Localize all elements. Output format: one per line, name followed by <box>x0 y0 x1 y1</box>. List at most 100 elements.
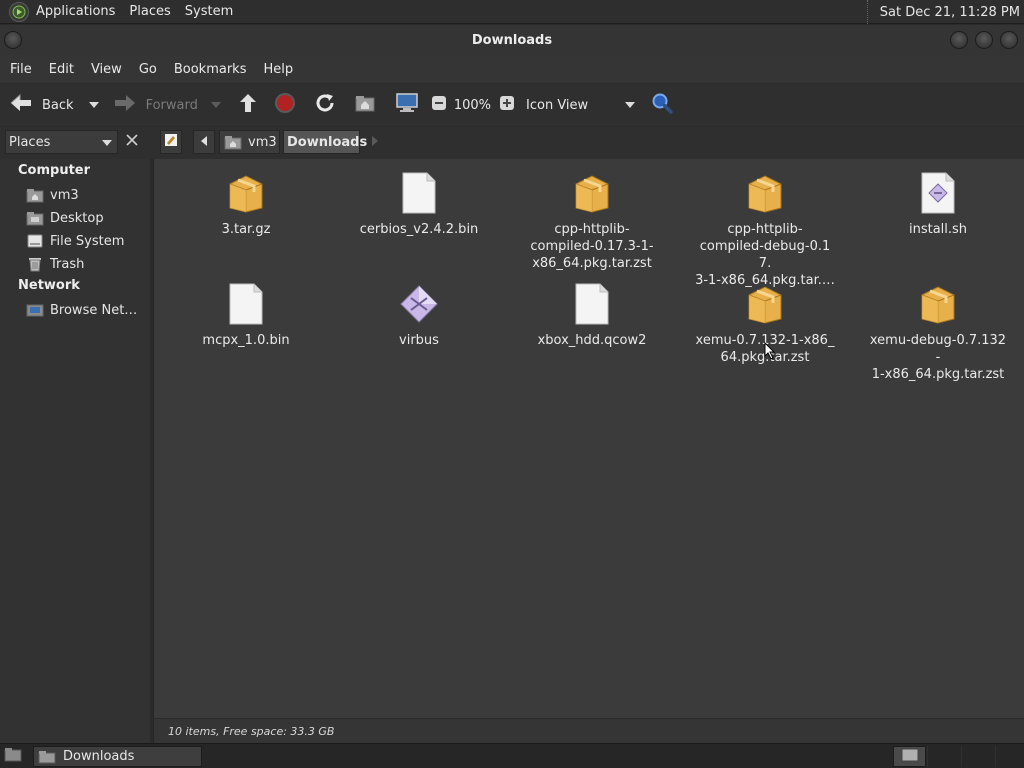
menu-help[interactable]: Help <box>256 62 300 77</box>
crumb-vm3[interactable]: vm3 <box>219 130 280 154</box>
top-panel: Applications Places System Sat Dec 21, 1… <box>0 0 1024 24</box>
file-name: mcpx_1.0.bin <box>176 332 316 349</box>
sidebar-item-trash[interactable]: Trash <box>26 254 84 274</box>
computer-button[interactable] <box>395 90 419 120</box>
reload-icon <box>314 92 336 118</box>
file-name-line: virbus <box>399 333 439 348</box>
workspace-3[interactable] <box>961 746 994 767</box>
reload-button[interactable] <box>314 90 336 120</box>
home-button[interactable] <box>354 90 376 120</box>
minimize-button[interactable] <box>950 31 968 49</box>
chevron-right-icon <box>371 135 379 150</box>
workspace-4[interactable] <box>995 746 1024 767</box>
file-item[interactable]: install.sh <box>868 171 1008 238</box>
clock[interactable]: Sat Dec 21, 11:28 PM <box>866 0 1020 24</box>
package-icon <box>741 282 789 326</box>
taskbar-item-label: Downloads <box>63 749 135 764</box>
search-icon <box>651 92 673 118</box>
sidebar-item-label: Browse Net… <box>50 302 138 318</box>
file-item[interactable]: xemu-debug-0.7.132- 1-x86_64.pkg.tar.zst <box>868 282 1008 383</box>
menu-view[interactable]: View <box>84 62 129 77</box>
places-menu[interactable]: Places <box>122 4 177 19</box>
search-button[interactable] <box>651 90 673 120</box>
workspace-1[interactable] <box>893 746 926 767</box>
file-name: cpp-httplib-compiled-0.17.3-1- x86_64.pkg… <box>522 221 662 272</box>
desktop-folder-icon <box>26 210 44 226</box>
back-history-dropdown[interactable] <box>88 90 99 120</box>
sidebar-item-browse-network[interactable]: Browse Net… <box>26 300 137 320</box>
back-button[interactable]: Back <box>9 90 74 120</box>
up-button[interactable] <box>238 90 258 120</box>
file-name: virbus <box>349 332 489 349</box>
chevron-down-icon <box>102 140 112 146</box>
workspace-2[interactable] <box>927 746 960 767</box>
sidebar-item-vm3[interactable]: vm3 <box>26 185 79 205</box>
sidebar-item-label: vm3 <box>50 187 79 203</box>
zoom-out-icon <box>431 95 447 115</box>
file-item[interactable]: 3.tar.gz <box>176 171 316 238</box>
stop-button[interactable] <box>274 90 296 120</box>
file-item[interactable]: xbox_hdd.qcow2 <box>522 282 662 349</box>
close-window-button[interactable] <box>1000 31 1018 49</box>
forward-button[interactable]: Forward <box>113 90 198 120</box>
view-mode-value: Icon View <box>526 97 589 113</box>
file-name: xemu-debug-0.7.132- 1-x86_64.pkg.tar.zst <box>868 332 1008 383</box>
view-mode-select[interactable]: Icon View <box>526 90 636 120</box>
file-item[interactable]: cpp-httplib-compiled-0.17.3-1- x86_64.pkg… <box>522 171 662 272</box>
menu-file[interactable]: File <box>3 62 39 77</box>
toolbar: Back Forward 100% Icon View <box>0 84 1024 126</box>
window-titlebar[interactable]: Downloads <box>0 25 1024 55</box>
sidebar-item-label: File System <box>50 233 125 249</box>
menu-bookmarks[interactable]: Bookmarks <box>167 62 254 77</box>
home-folder-icon <box>26 187 44 203</box>
menu-go[interactable]: Go <box>132 62 164 77</box>
taskbar-item-downloads[interactable]: Downloads <box>33 746 202 767</box>
home-folder-icon <box>224 134 242 150</box>
home-folder-icon <box>354 93 376 117</box>
close-side-pane-button[interactable] <box>121 130 143 154</box>
sidebar-item-file-system[interactable]: File System <box>26 231 124 251</box>
maximize-button[interactable] <box>975 31 993 49</box>
file-name: cpp-httplib-compiled-debug-0.17. 3-1-x86_… <box>695 221 835 289</box>
back-arrow-icon <box>9 93 33 117</box>
file-name-line: compiled-debug-0.17. <box>699 239 831 271</box>
side-pane-selector[interactable]: Places <box>5 130 118 154</box>
file-item[interactable]: virbus <box>349 282 489 349</box>
menubar: File Edit View Go Bookmarks Help <box>0 55 1024 83</box>
file-name-line: xemu-debug-0.7.132- <box>869 333 1007 365</box>
zoom-out-button[interactable] <box>431 90 447 120</box>
system-menu[interactable]: System <box>178 4 240 19</box>
zoom-in-button[interactable] <box>499 90 515 120</box>
file-name: xbox_hdd.qcow2 <box>522 332 662 349</box>
crumb-downloads[interactable]: Downloads <box>283 130 367 154</box>
executable-icon <box>395 282 443 326</box>
window-menu-button[interactable] <box>4 31 22 49</box>
applications-menu[interactable]: Applications <box>29 4 122 19</box>
forward-history-dropdown[interactable] <box>210 90 221 120</box>
mate-logo-icon[interactable] <box>9 1 29 22</box>
sidebar-item-label: Trash <box>50 256 85 272</box>
icon-view[interactable]: 3.tar.gz cerbios_v2.4.2.bin cpp-httplib-co… <box>153 159 1024 718</box>
window-title: Downloads <box>471 32 553 48</box>
show-desktop-button[interactable] <box>2 747 23 766</box>
toggle-location-entry-button[interactable] <box>160 130 182 154</box>
file-name-line: cpp-httplib- <box>554 222 630 237</box>
crumb-downloads-label: Downloads <box>287 134 368 150</box>
file-item[interactable]: mcpx_1.0.bin <box>176 282 316 349</box>
close-icon <box>126 134 138 150</box>
drive-icon <box>26 233 44 249</box>
file-item[interactable]: cpp-httplib-compiled-debug-0.17. 3-1-x86_… <box>695 171 835 289</box>
menu-edit[interactable]: Edit <box>42 62 81 77</box>
file-name-line: 1-x86_64.pkg.tar.zst <box>871 367 1005 382</box>
file-item[interactable]: cerbios_v2.4.2.bin <box>349 171 489 238</box>
crumb-scroll-right-button[interactable] <box>365 130 385 154</box>
sidebar-item-desktop[interactable]: Desktop <box>26 208 104 228</box>
desktop-icon <box>4 747 22 766</box>
file-name-line: compiled-0.17.3-1- <box>530 239 654 254</box>
back-label: Back <box>42 97 74 113</box>
file-name-line: cerbios_v2.4.2.bin <box>359 222 479 237</box>
crumb-vm3-label: vm3 <box>248 134 277 150</box>
crumb-scroll-left-button[interactable] <box>193 130 215 154</box>
status-bar: 10 items, Free space: 33.3 GB <box>153 718 1024 743</box>
mouse-cursor <box>764 341 776 364</box>
